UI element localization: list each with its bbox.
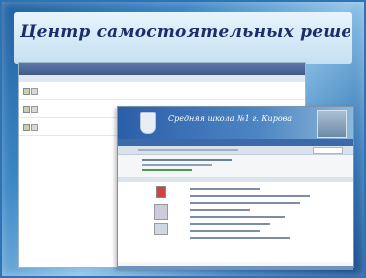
document-icon[interactable] <box>154 204 168 220</box>
image-thumbnail[interactable] <box>154 223 168 235</box>
content-text <box>190 188 310 244</box>
info-line <box>142 164 212 166</box>
file-list-columns <box>19 75 305 82</box>
file-row[interactable] <box>19 82 305 100</box>
search-input[interactable] <box>313 147 343 154</box>
file-list-header <box>19 63 305 75</box>
school-crest-icon <box>140 112 156 134</box>
file-icon <box>31 124 38 131</box>
file-type-icon <box>23 88 30 95</box>
site-nav <box>118 139 353 146</box>
building-photo <box>317 110 347 138</box>
site-banner: Средняя школа №1 г. Кирова <box>118 107 353 139</box>
school-name: Средняя школа №1 г. Кирова <box>168 114 293 123</box>
info-line <box>142 159 232 161</box>
site-content <box>118 182 353 262</box>
window-bottom-strip <box>117 266 353 270</box>
file-type-icon <box>23 124 30 131</box>
slide-title: Центр самостоятельных решений <box>20 22 350 42</box>
content-sidebar <box>148 186 174 235</box>
pdf-icon[interactable] <box>156 186 166 198</box>
school-site-window: Средняя школа №1 г. Кирова <box>117 106 354 268</box>
info-link[interactable] <box>142 169 192 171</box>
file-icon <box>31 106 38 113</box>
file-type-icon <box>23 106 30 113</box>
toolbar-text <box>138 149 238 151</box>
site-toolbar <box>118 146 353 155</box>
file-icon <box>31 88 38 95</box>
site-info <box>118 155 353 177</box>
